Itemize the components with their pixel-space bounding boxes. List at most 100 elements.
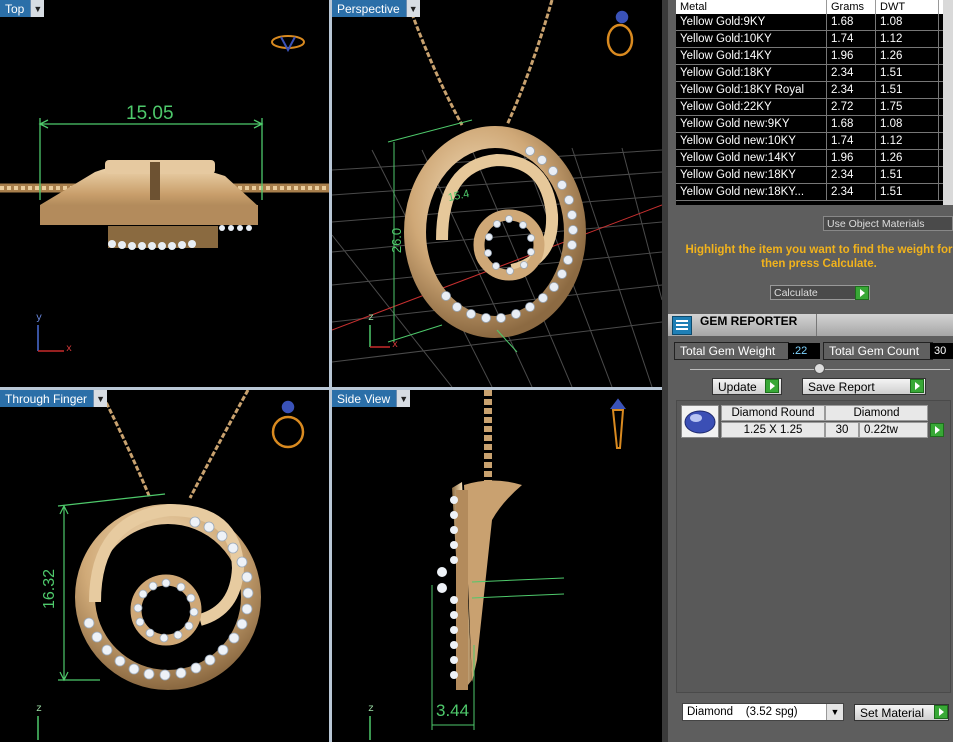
axis-z-label: z (368, 313, 375, 324)
calculate-label: Calculate (774, 286, 818, 299)
table-cell: 1.51 (876, 184, 939, 200)
table-row[interactable]: Yellow Gold:18KY 2.34 1.51 (676, 65, 953, 82)
table-cell: 1.51 (876, 65, 939, 81)
list-item[interactable]: Diamond Round Diamond 1.25 X 1.25 30 0.2… (681, 405, 944, 439)
table-cell: Yellow Gold:10KY (676, 31, 827, 47)
total-gem-weight-label: Total Gem Weight (674, 342, 789, 360)
gem-material-cell: Diamond (825, 405, 928, 421)
top-view-render (0, 35, 329, 352)
table-row[interactable]: Yellow Gold new:14KY 1.96 1.26 (676, 150, 953, 167)
calculate-go-icon[interactable] (855, 286, 869, 300)
viewport-through-finger[interactable]: Through Finger ▼ 16.32 z (0, 390, 329, 742)
ring-orientation-icon (271, 35, 305, 53)
table-cell: 2.34 (827, 184, 876, 200)
axis-x-label: x (392, 340, 399, 351)
table-cell: 2.34 (827, 65, 876, 81)
table-row[interactable]: Yellow Gold:18KY Royal 2.34 1.51 (676, 82, 953, 99)
table-row[interactable]: Yellow Gold new:9KY 1.68 1.08 (676, 116, 953, 133)
table-cell: 2.72 (827, 99, 876, 115)
viewport-divider-horizontal[interactable] (0, 387, 662, 390)
table-cell: 1.96 (827, 150, 876, 166)
total-gem-count-label: Total Gem Count (823, 342, 933, 360)
gem-material: Diamond (853, 407, 900, 419)
axis-z-label: z (36, 704, 43, 715)
table-row[interactable]: Yellow Gold new:10KY 1.74 1.12 (676, 133, 953, 150)
table-cell: Yellow Gold:9KY (676, 14, 827, 30)
viewport-label: Top (5, 1, 25, 16)
slider-handle[interactable] (814, 363, 825, 374)
table-cell: Yellow Gold new:14KY (676, 150, 827, 166)
update-go-icon[interactable] (765, 379, 779, 393)
material-select[interactable]: Diamond (3.52 spg) ▼ (682, 703, 844, 721)
chevron-down-icon[interactable]: ▼ (30, 0, 45, 17)
save-report-go-icon[interactable] (910, 379, 924, 393)
gem-name-cell: Diamond Round (721, 405, 825, 421)
viewport-top[interactable]: Top ▼ 15.05 y x (0, 0, 329, 387)
table-scrollbar[interactable] (943, 0, 953, 205)
gem-row-go-icon[interactable] (930, 423, 944, 437)
perspective-render (332, 0, 662, 387)
table-cell: Yellow Gold:22KY (676, 99, 827, 115)
chevron-down-icon[interactable]: ▼ (405, 0, 420, 17)
table-row[interactable]: Yellow Gold:14KY 1.96 1.26 (676, 48, 953, 65)
axis-z-label: z (368, 704, 375, 715)
column-header-grams[interactable]: Grams (827, 0, 876, 14)
metal-weight-table[interactable]: Metal Grams DWT Yellow Gold:9KY 1.68 1.08 Y… (676, 0, 953, 205)
column-header-dwt[interactable]: DWT (876, 0, 939, 14)
table-cell: Yellow Gold new:9KY (676, 116, 827, 132)
set-material-go-icon[interactable] (934, 705, 948, 719)
viewport-label: Through Finger (5, 391, 88, 406)
table-body: Yellow Gold:9KY 1.68 1.08 Yellow Gold:10KY 1… (676, 14, 953, 201)
table-cell: Yellow Gold new:10KY (676, 133, 827, 149)
header-separator (816, 314, 817, 336)
table-cell: 1.51 (876, 82, 939, 98)
table-row[interactable]: Yellow Gold new:18KY... 2.34 1.51 (676, 184, 953, 201)
table-cell: 1.08 (876, 14, 939, 30)
use-object-materials-label: Use Object Materials (827, 217, 925, 230)
viewport-tab-side[interactable]: Side View ▼ (332, 390, 411, 407)
viewport-tab-top[interactable]: Top ▼ (0, 0, 45, 17)
chevron-down-icon[interactable]: ▼ (826, 704, 843, 720)
axis-y-label: y (36, 313, 43, 324)
ring-orientation-icon (271, 400, 305, 449)
total-gem-count-number: 30 (934, 345, 947, 357)
table-cell: 1.74 (827, 133, 876, 149)
table-cell: Yellow Gold new:18KY (676, 167, 827, 183)
gem-reporter-header: GEM REPORTER (668, 314, 953, 336)
table-row[interactable]: Yellow Gold:9KY 1.68 1.08 (676, 14, 953, 31)
use-object-materials-button[interactable]: Use Object Materials (823, 216, 953, 231)
total-gem-count-value: 30 (930, 343, 953, 359)
chevron-down-icon[interactable]: ▼ (396, 390, 411, 407)
viewport-tab-perspective[interactable]: Perspective ▼ (332, 0, 420, 17)
gem-reporter-icon (672, 316, 692, 335)
chevron-down-icon[interactable]: ▼ (93, 390, 108, 407)
gem-list: Diamond Round Diamond 1.25 X 1.25 30 0.2… (676, 400, 951, 693)
viewport-perspective[interactable]: Perspective ▼ 26.0 15.4 z x (332, 0, 662, 387)
total-gem-weight-value: .22 (788, 343, 820, 359)
viewport-tab-through-finger[interactable]: Through Finger ▼ (0, 390, 108, 407)
gem-reporter-title: GEM REPORTER (700, 314, 798, 328)
set-material-label: Set Material (860, 705, 925, 720)
table-row[interactable]: Yellow Gold new:18KY 2.34 1.51 (676, 167, 953, 184)
dimension-label-height: 26.0 (389, 227, 405, 254)
gem-name: Diamond Round (731, 407, 815, 419)
total-gem-weight-number: .22 (792, 345, 808, 357)
dimension-label: 15.05 (126, 103, 174, 124)
table-row[interactable]: Yellow Gold:22KY 2.72 1.75 (676, 99, 953, 116)
gem-weight-cell: 0.22tw (859, 422, 928, 438)
table-header: Metal Grams DWT (676, 0, 953, 14)
viewport-label: Perspective (337, 1, 400, 16)
table-row[interactable]: Yellow Gold:10KY 1.74 1.12 (676, 31, 953, 48)
table-cell: Yellow Gold:18KY Royal (676, 82, 827, 98)
save-report-button[interactable]: Save Report (802, 378, 926, 395)
viewport-side[interactable]: Side View ▼ 3.44 z (332, 390, 662, 742)
update-label: Update (718, 379, 757, 394)
gem-weight: 0.22tw (864, 424, 898, 436)
viewport-divider-vertical[interactable] (329, 0, 332, 742)
table-cell: 2.34 (827, 82, 876, 98)
table-cell: 1.68 (827, 14, 876, 30)
column-header-metal[interactable]: Metal (676, 0, 827, 14)
gem-thumbnail (681, 405, 719, 438)
table-cell: 1.08 (876, 116, 939, 132)
table-cell: Yellow Gold new:18KY... (676, 184, 827, 200)
